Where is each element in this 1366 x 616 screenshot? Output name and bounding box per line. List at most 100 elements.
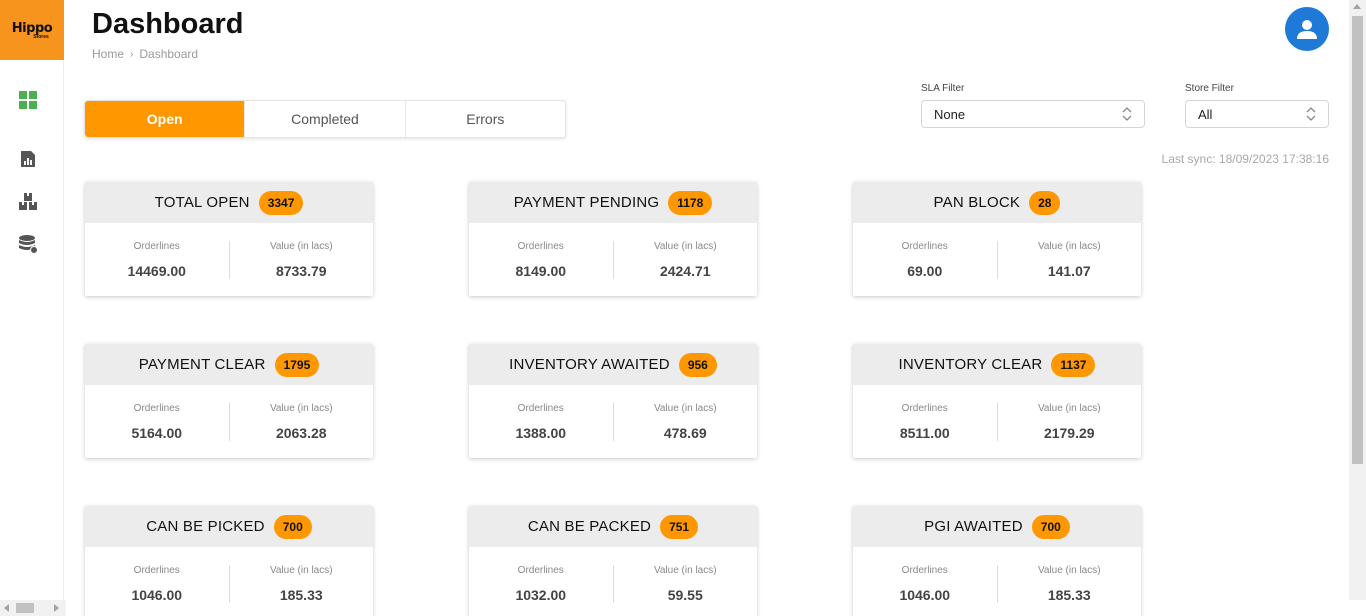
store-filter-select[interactable]: All: [1185, 100, 1329, 128]
scroll-left-arrow-icon[interactable]: [4, 604, 9, 612]
chevron-right-icon: ›: [130, 48, 134, 60]
metric-value: 8149.00: [515, 262, 567, 279]
orderlines-metric: Orderlines 69.00: [853, 241, 997, 279]
count-badge: 1178: [668, 190, 713, 215]
card-header: TOTAL OPEN 3347: [85, 182, 373, 223]
scroll-right-arrow-icon[interactable]: [54, 604, 59, 612]
value-metric: Value (in lacs) 478.69: [612, 402, 758, 441]
card-header: INVENTORY AWAITED 956: [469, 344, 757, 385]
orderlines-metric: Orderlines 14469.00: [85, 241, 229, 279]
card-body: Orderlines 1032.00 Value (in lacs) 59.55: [469, 547, 757, 616]
breadcrumb-current: Dashboard: [139, 47, 199, 61]
metric-label: Value (in lacs): [653, 402, 717, 414]
metric-value: 2424.71: [659, 262, 711, 279]
metric-label: Orderlines: [133, 240, 180, 252]
count-badge: 1137: [1051, 352, 1096, 377]
status-card[interactable]: INVENTORY AWAITED 956 Orderlines 1388.00…: [469, 344, 757, 458]
metric-label: Orderlines: [901, 402, 948, 414]
metric-value: 8511.00: [899, 424, 950, 441]
count-badge: 956: [678, 352, 717, 377]
logo[interactable]: Hippo Stores: [0, 0, 64, 60]
count-badge: 700: [273, 514, 312, 539]
tab-open[interactable]: Open: [85, 101, 246, 137]
status-card[interactable]: CAN BE PACKED 751 Orderlines 1032.00 Val…: [469, 506, 757, 616]
card-header: PAYMENT PENDING 1178: [469, 182, 757, 223]
metric-value: 2063.28: [275, 424, 327, 441]
metric-value: 5164.00: [131, 424, 183, 441]
boxes-inventory-icon: [19, 193, 37, 210]
scrollbar-thumb[interactable]: [16, 603, 34, 613]
sort-caret-icon: [1306, 107, 1316, 121]
count-badge: 751: [660, 514, 699, 539]
metric-label: Orderlines: [901, 564, 948, 576]
metric-label: Orderlines: [517, 240, 564, 252]
orderlines-metric: Orderlines 1046.00: [85, 565, 229, 603]
count-badge: 1795: [274, 352, 320, 377]
database-icon: [19, 235, 38, 254]
tab-completed[interactable]: Completed: [245, 101, 406, 137]
value-metric: Value (in lacs) 2063.28: [228, 402, 374, 441]
card-title: INVENTORY CLEAR: [898, 356, 1043, 373]
card-title: TOTAL OPEN: [154, 194, 250, 211]
sidebar-item-database[interactable]: [18, 234, 38, 254]
card-title: INVENTORY AWAITED: [509, 356, 670, 373]
sidebar: Hippo Stores: [0, 0, 64, 616]
status-card[interactable]: CAN BE PICKED 700 Orderlines 1046.00 Val…: [85, 506, 373, 616]
avatar[interactable]: [1285, 7, 1329, 51]
sidebar-item-reports[interactable]: [18, 149, 38, 169]
sla-filter-select[interactable]: None: [921, 100, 1145, 128]
store-filter-value: All: [1198, 106, 1213, 122]
value-metric: Value (in lacs) 185.33: [228, 564, 374, 603]
count-badge: 3347: [258, 190, 304, 215]
breadcrumb-home[interactable]: Home: [92, 47, 124, 61]
value-metric: Value (in lacs) 8733.79: [228, 240, 374, 279]
metric-label: Orderlines: [133, 402, 180, 414]
status-card[interactable]: PGI AWAITED 700 Orderlines 1046.00 Value…: [853, 506, 1141, 616]
metric-label: Value (in lacs): [1037, 240, 1101, 252]
sidebar-item-inventory[interactable]: [18, 192, 38, 212]
horizontal-scrollbar[interactable]: [0, 600, 66, 616]
metric-label: Value (in lacs): [1037, 564, 1101, 576]
status-card[interactable]: INVENTORY CLEAR 1137 Orderlines 8511.00 …: [853, 344, 1141, 458]
app-root: Hippo Stores Dashboard Home › Dashboard …: [0, 0, 1366, 616]
logo-text: Hippo: [11, 20, 53, 36]
sidebar-item-dashboard[interactable]: [18, 90, 38, 110]
metric-label: Orderlines: [517, 564, 564, 576]
page-title: Dashboard: [92, 8, 244, 40]
scroll-up-arrow-icon[interactable]: [1353, 4, 1361, 9]
sort-caret-icon: [1122, 107, 1132, 121]
metric-value: 1046.00: [899, 586, 951, 603]
card-title: CAN BE PACKED: [527, 518, 652, 535]
card-body: Orderlines 1046.00 Value (in lacs) 185.3…: [85, 547, 373, 616]
user-icon: [1297, 20, 1317, 39]
status-card[interactable]: TOTAL OPEN 3347 Orderlines 14469.00 Valu…: [85, 182, 373, 296]
metric-label: Orderlines: [133, 564, 180, 576]
status-card[interactable]: PAYMENT PENDING 1178 Orderlines 8149.00 …: [469, 182, 757, 296]
metric-label: Orderlines: [901, 240, 948, 252]
orderlines-metric: Orderlines 1388.00: [469, 403, 613, 441]
metric-value: 59.55: [667, 586, 703, 603]
metric-label: Value (in lacs): [1037, 402, 1101, 414]
sla-filter-label: SLA Filter: [921, 83, 965, 94]
card-header: PAN BLOCK 28: [853, 182, 1141, 223]
metric-label: Value (in lacs): [269, 402, 333, 414]
metric-value: 14469.00: [127, 262, 186, 279]
metric-value: 478.69: [663, 424, 707, 441]
card-header: CAN BE PICKED 700: [85, 506, 373, 547]
orderlines-metric: Orderlines 5164.00: [85, 403, 229, 441]
dashboard-grid-icon: [19, 91, 37, 109]
card-header: CAN BE PACKED 751: [469, 506, 757, 547]
vertical-scrollbar[interactable]: [1349, 0, 1366, 600]
card-title: PAYMENT CLEAR: [138, 356, 266, 373]
card-title: PAN BLOCK: [933, 194, 1021, 211]
status-card[interactable]: PAYMENT CLEAR 1795 Orderlines 5164.00 Va…: [85, 344, 373, 458]
card-header: PAYMENT CLEAR 1795: [85, 344, 373, 385]
scrollbar-thumb[interactable]: [1352, 16, 1363, 464]
value-metric: Value (in lacs) 59.55: [612, 564, 758, 603]
tab-errors[interactable]: Errors: [406, 101, 565, 137]
value-metric: Value (in lacs) 185.33: [996, 564, 1142, 603]
card-title: PGI AWAITED: [924, 518, 1023, 535]
breadcrumb: Home › Dashboard: [92, 47, 198, 61]
status-card[interactable]: PAN BLOCK 28 Orderlines 69.00 Value (in …: [853, 182, 1141, 296]
sla-filter-value: None: [934, 106, 966, 122]
